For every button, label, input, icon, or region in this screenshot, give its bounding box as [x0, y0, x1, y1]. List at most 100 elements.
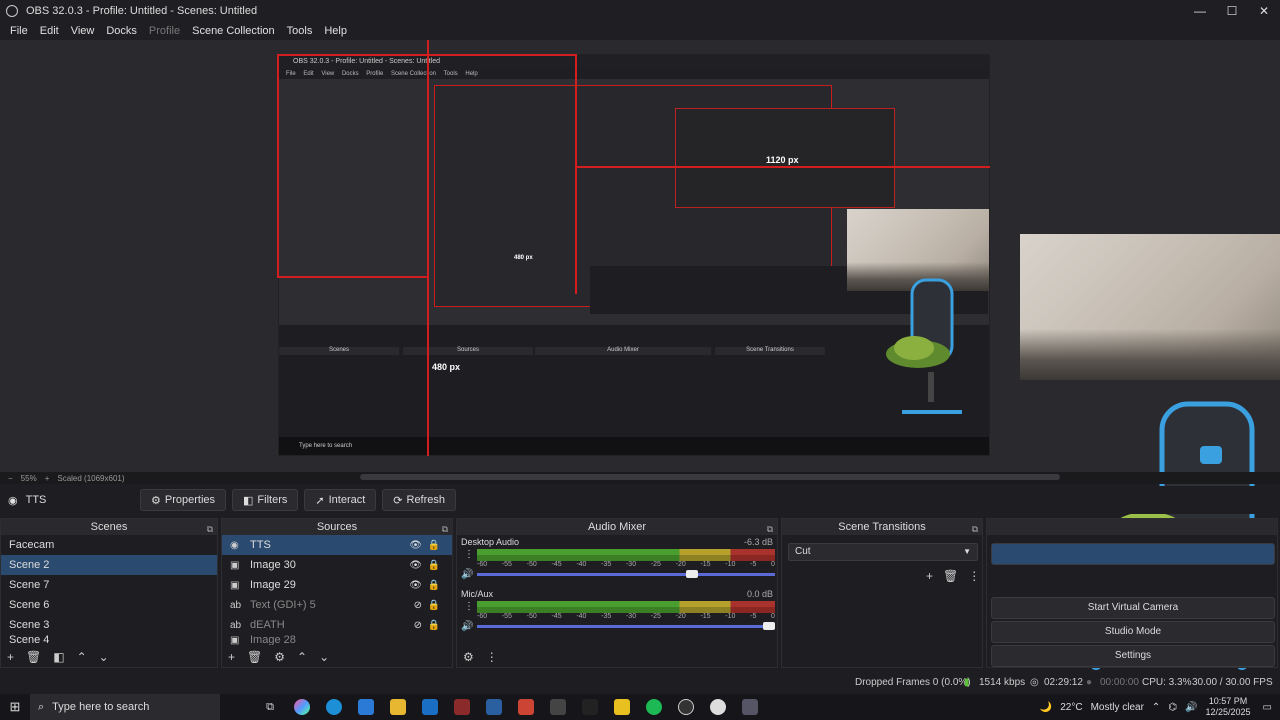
remove-scene-button[interactable]: 🗑: [26, 650, 41, 664]
move-source-up-button[interactable]: ⌃: [297, 650, 307, 664]
store-icon[interactable]: [350, 694, 382, 720]
scene-item[interactable]: Scene 6: [1, 595, 217, 615]
visibility-eye-icon[interactable]: 👁: [409, 540, 422, 551]
scene-item[interactable]: Facecam: [1, 535, 217, 555]
zoom-out-button[interactable]: −: [8, 474, 13, 483]
scene-item[interactable]: Scene 4: [1, 635, 217, 645]
speaker-icon[interactable]: 🔊: [461, 621, 473, 632]
settings-button[interactable]: Settings: [991, 645, 1275, 667]
zoom-in-button[interactable]: +: [45, 474, 50, 483]
source-item[interactable]: ab dEATH ⊘ 🔒: [222, 615, 452, 635]
volume-slider[interactable]: [477, 625, 775, 628]
spotify-icon[interactable]: [638, 694, 670, 720]
weather-temp[interactable]: 22°C: [1060, 702, 1082, 713]
app-icon[interactable]: [606, 694, 638, 720]
maximize-button[interactable]: ☐: [1216, 0, 1248, 22]
remove-source-button[interactable]: 🗑: [247, 650, 262, 664]
app-icon[interactable]: [734, 694, 766, 720]
hidden-eye-icon[interactable]: ⊘: [414, 600, 422, 611]
edge-icon[interactable]: [318, 694, 350, 720]
add-transition-button[interactable]: +: [926, 569, 933, 583]
app-icon[interactable]: [702, 694, 734, 720]
scale-mode[interactable]: Scaled (1069x601): [57, 474, 124, 483]
undock-icon[interactable]: ⧉: [207, 521, 213, 537]
source-properties-button[interactable]: ⚙: [274, 650, 285, 664]
minimize-button[interactable]: —: [1184, 0, 1216, 22]
network-icon[interactable]: ⌬: [1168, 702, 1177, 713]
close-button[interactable]: ✕: [1248, 0, 1280, 22]
source-item[interactable]: ▣ Image 29 👁 🔒: [222, 575, 452, 595]
start-streaming-button[interactable]: [991, 543, 1275, 565]
volume-slider-handle[interactable]: [763, 622, 775, 630]
volume-icon[interactable]: 🔊: [1185, 702, 1197, 713]
task-view-icon[interactable]: ⧉: [254, 694, 286, 720]
move-scene-up-button[interactable]: ⌃: [77, 650, 87, 664]
advanced-audio-settings-button[interactable]: ⚙: [463, 650, 474, 664]
windows-start-icon[interactable]: ⊞: [0, 699, 30, 715]
undock-icon[interactable]: ⧉: [972, 521, 978, 537]
menu-scene-collection[interactable]: Scene Collection: [186, 25, 281, 37]
start-virtual-camera-button[interactable]: Start Virtual Camera: [991, 597, 1275, 619]
preview-horizontal-scrollbar[interactable]: [360, 474, 1060, 480]
meter-tick: -45: [551, 561, 562, 568]
lock-icon[interactable]: 🔒: [428, 580, 440, 591]
app-icon[interactable]: [510, 694, 542, 720]
visibility-eye-icon[interactable]: 👁: [409, 580, 422, 591]
move-scene-down-button[interactable]: ⌄: [99, 650, 109, 664]
move-source-down-button[interactable]: ⌄: [319, 650, 329, 664]
clock[interactable]: 10:57 PM 12/25/2025: [1206, 696, 1251, 718]
scene-item[interactable]: Scene 3: [1, 615, 217, 635]
outlook-icon[interactable]: [414, 694, 446, 720]
interact-button[interactable]: ➚ Interact: [304, 489, 377, 511]
visibility-eye-icon[interactable]: 👁: [409, 560, 422, 571]
app-icon[interactable]: [478, 694, 510, 720]
channel-menu-icon[interactable]: ⋮: [464, 549, 474, 560]
studio-mode-button[interactable]: Studio Mode: [991, 621, 1275, 643]
remove-transition-button[interactable]: 🗑: [943, 569, 958, 583]
menu-help[interactable]: Help: [318, 25, 353, 37]
menu-docks[interactable]: Docks: [100, 25, 143, 37]
lock-icon[interactable]: 🔒: [428, 560, 440, 571]
volume-slider-handle[interactable]: [685, 570, 698, 578]
taskbar-search[interactable]: ⌕ Type here to search: [30, 694, 220, 720]
transition-select[interactable]: Cut ▼: [788, 543, 978, 561]
refresh-button[interactable]: ⟳ Refresh: [382, 489, 457, 511]
mixer-menu-button[interactable]: ⋮: [486, 650, 498, 664]
dropped-frames: Dropped Frames 0 (0.0%): [855, 677, 971, 688]
refresh-icon: ⟳: [393, 494, 403, 507]
lock-icon[interactable]: 🔒: [428, 600, 440, 611]
copilot-icon[interactable]: [286, 694, 318, 720]
source-item[interactable]: ab Text (GDI+) 5 ⊘ 🔒: [222, 595, 452, 615]
app-icon[interactable]: [574, 694, 606, 720]
app-icon[interactable]: [446, 694, 478, 720]
menu-profile[interactable]: Profile: [143, 25, 186, 37]
source-item[interactable]: ▣ Image 30 👁 🔒: [222, 555, 452, 575]
transition-menu-button[interactable]: ⋮: [968, 569, 980, 583]
menu-edit[interactable]: Edit: [34, 25, 65, 37]
app-icon[interactable]: [542, 694, 574, 720]
zoom-level[interactable]: 55%: [21, 474, 37, 483]
scene-item[interactable]: Scene 7: [1, 575, 217, 595]
speaker-icon[interactable]: 🔊: [461, 569, 473, 580]
filters-button[interactable]: ◧ Filters: [232, 489, 299, 511]
properties-button[interactable]: ⚙ Properties: [140, 489, 227, 511]
channel-menu-icon[interactable]: ⋮: [464, 601, 474, 612]
add-scene-button[interactable]: +: [7, 650, 14, 664]
source-item[interactable]: ▣ Image 28: [222, 635, 452, 645]
weather-text[interactable]: Mostly clear: [1091, 702, 1144, 713]
menu-tools[interactable]: Tools: [281, 25, 319, 37]
add-source-button[interactable]: +: [228, 650, 235, 664]
lock-icon[interactable]: 🔒: [428, 620, 440, 631]
obs-taskbar-icon[interactable]: [670, 694, 702, 720]
volume-slider[interactable]: [477, 573, 775, 576]
notification-icon[interactable]: ▭: [1263, 702, 1272, 713]
file-explorer-icon[interactable]: [382, 694, 414, 720]
menu-file[interactable]: File: [4, 25, 34, 37]
scene-filters-button[interactable]: ◧: [53, 650, 64, 664]
tray-chevron-icon[interactable]: ⌃: [1152, 702, 1160, 713]
hidden-eye-icon[interactable]: ⊘: [414, 620, 422, 631]
lock-icon[interactable]: 🔒: [428, 540, 440, 551]
scene-item[interactable]: Scene 2: [1, 555, 217, 575]
source-item[interactable]: ◉ TTS 👁 🔒: [222, 535, 452, 555]
menu-view[interactable]: View: [65, 25, 101, 37]
